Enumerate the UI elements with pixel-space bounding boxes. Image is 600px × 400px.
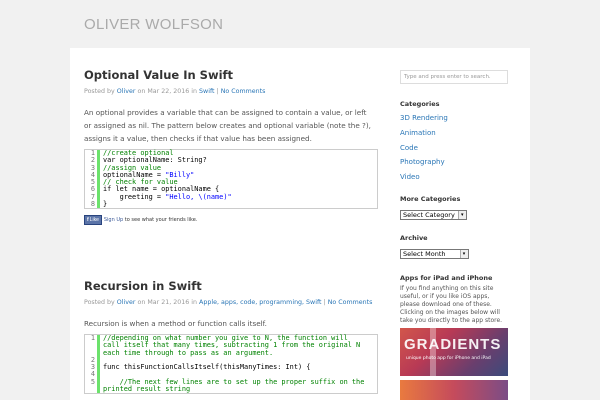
meta-on: on: [137, 299, 146, 306]
facebook-like: fLike Sign Up to see what your friends l…: [84, 215, 197, 225]
category-link-code[interactable]: Code: [400, 144, 418, 152]
category-link[interactable]: Swift: [199, 88, 214, 95]
code-block: 1//depending on what number you give to …: [84, 334, 378, 395]
banner-title: GRADIENTS: [404, 336, 502, 353]
facebook-like-button[interactable]: fLike: [84, 215, 102, 225]
line-number: 1: [85, 334, 100, 343]
like-prompt: Sign Up to see what your friends like.: [104, 217, 198, 223]
apps-description: If you find anything on this site useful…: [400, 285, 503, 324]
author-link[interactable]: Oliver: [117, 299, 136, 306]
site-title[interactable]: OLIVER WOLFSON: [84, 16, 223, 33]
post-date: Mar 21, 2016: [147, 299, 190, 306]
apps-title: Apps for iPad and iPhone: [400, 274, 493, 282]
post-excerpt: Recursion is when a method or function c…: [84, 319, 267, 328]
post-title[interactable]: Recursion in Swift: [84, 279, 376, 293]
code-text: }: [103, 200, 108, 209]
post-date: Mar 22, 2016: [147, 88, 190, 95]
comments-link[interactable]: No Comments: [221, 88, 266, 95]
app-banner-2[interactable]: [400, 380, 508, 400]
line-number: 8: [85, 200, 100, 209]
category-link-3d-rendering[interactable]: 3D Rendering: [400, 114, 448, 122]
sidebar: Type and press enter to search. Categori…: [400, 70, 512, 400]
archive-select-value: Select Month: [403, 250, 446, 258]
meta-separator: |: [216, 88, 219, 95]
meta-in: in: [191, 88, 198, 95]
code-line: 3 func thisFunctionCallsItself(thisManyTi…: [85, 363, 377, 372]
post-meta: Posted by Oliver on Mar 21, 2016 in Appl…: [84, 299, 376, 306]
meta-separator: |: [323, 299, 326, 306]
facebook-signup-link[interactable]: Sign Up: [104, 217, 123, 223]
category-link-video[interactable]: Video: [400, 173, 420, 181]
meta-posted-by: Posted by: [84, 299, 115, 306]
post-recursion: Recursion in Swift Posted by Oliver on M…: [84, 279, 378, 395]
search-input[interactable]: Type and press enter to search.: [400, 70, 508, 84]
like-text: to see what your friends like.: [124, 217, 198, 223]
more-categories-title: More Categories: [400, 195, 461, 203]
code-text: greeting = "Hello, \(name)": [103, 192, 232, 201]
code-line: 7 greeting = "Hello, \(name)": [85, 192, 377, 202]
post-title[interactable]: Optional Value In Swift: [84, 68, 376, 82]
archive-title: Archive: [400, 234, 428, 242]
facebook-f-icon: f: [87, 217, 89, 223]
gradients-app-banner[interactable]: GRADIENTS unique photo app for iPhone an…: [400, 328, 508, 376]
categories-title: Categories: [400, 100, 440, 108]
author-link[interactable]: Oliver: [117, 88, 136, 95]
code-line: printed result string: [85, 385, 377, 394]
code-line: 8}: [85, 200, 377, 209]
code-text: each time through to pass as an argument…: [103, 348, 274, 357]
meta-in: in: [191, 299, 198, 306]
line-number: 5: [85, 378, 100, 387]
category-select-value: Select Category: [403, 211, 455, 219]
meta-posted-by: Posted by: [84, 88, 115, 95]
category-link-animation[interactable]: Animation: [400, 129, 436, 137]
archive-select[interactable]: Select Month ▾: [400, 249, 469, 259]
code-line: each time through to pass as an argument…: [85, 348, 377, 357]
banner-subtitle: unique photo app for iPhone and iPad: [406, 356, 491, 361]
code-block: 1//create optional 2 var optionalName: Str…: [84, 149, 378, 210]
category-link-photography[interactable]: Photography: [400, 158, 445, 166]
comments-link[interactable]: No Comments: [328, 299, 373, 306]
category-links[interactable]: Apple, apps, code, programming, Swift: [199, 299, 321, 306]
like-label: Like: [89, 217, 99, 223]
code-text: printed result string: [103, 385, 191, 394]
meta-on: on: [137, 88, 146, 95]
code-text: func thisFunctionCallsItself(thisManyTim…: [103, 363, 311, 372]
category-select[interactable]: Select Category ▾: [400, 210, 467, 220]
line-number: [85, 342, 100, 350]
post-optional-value: Optional Value In Swift Posted by Oliver…: [84, 68, 378, 225]
post-meta: Posted by Oliver on Mar 22, 2016 in Swif…: [84, 88, 376, 95]
chevron-down-icon: ▾: [457, 211, 466, 219]
chevron-down-icon: ▾: [459, 250, 468, 258]
post-excerpt: An optional provides a variable that can…: [84, 108, 371, 143]
line-number: [85, 386, 100, 394]
